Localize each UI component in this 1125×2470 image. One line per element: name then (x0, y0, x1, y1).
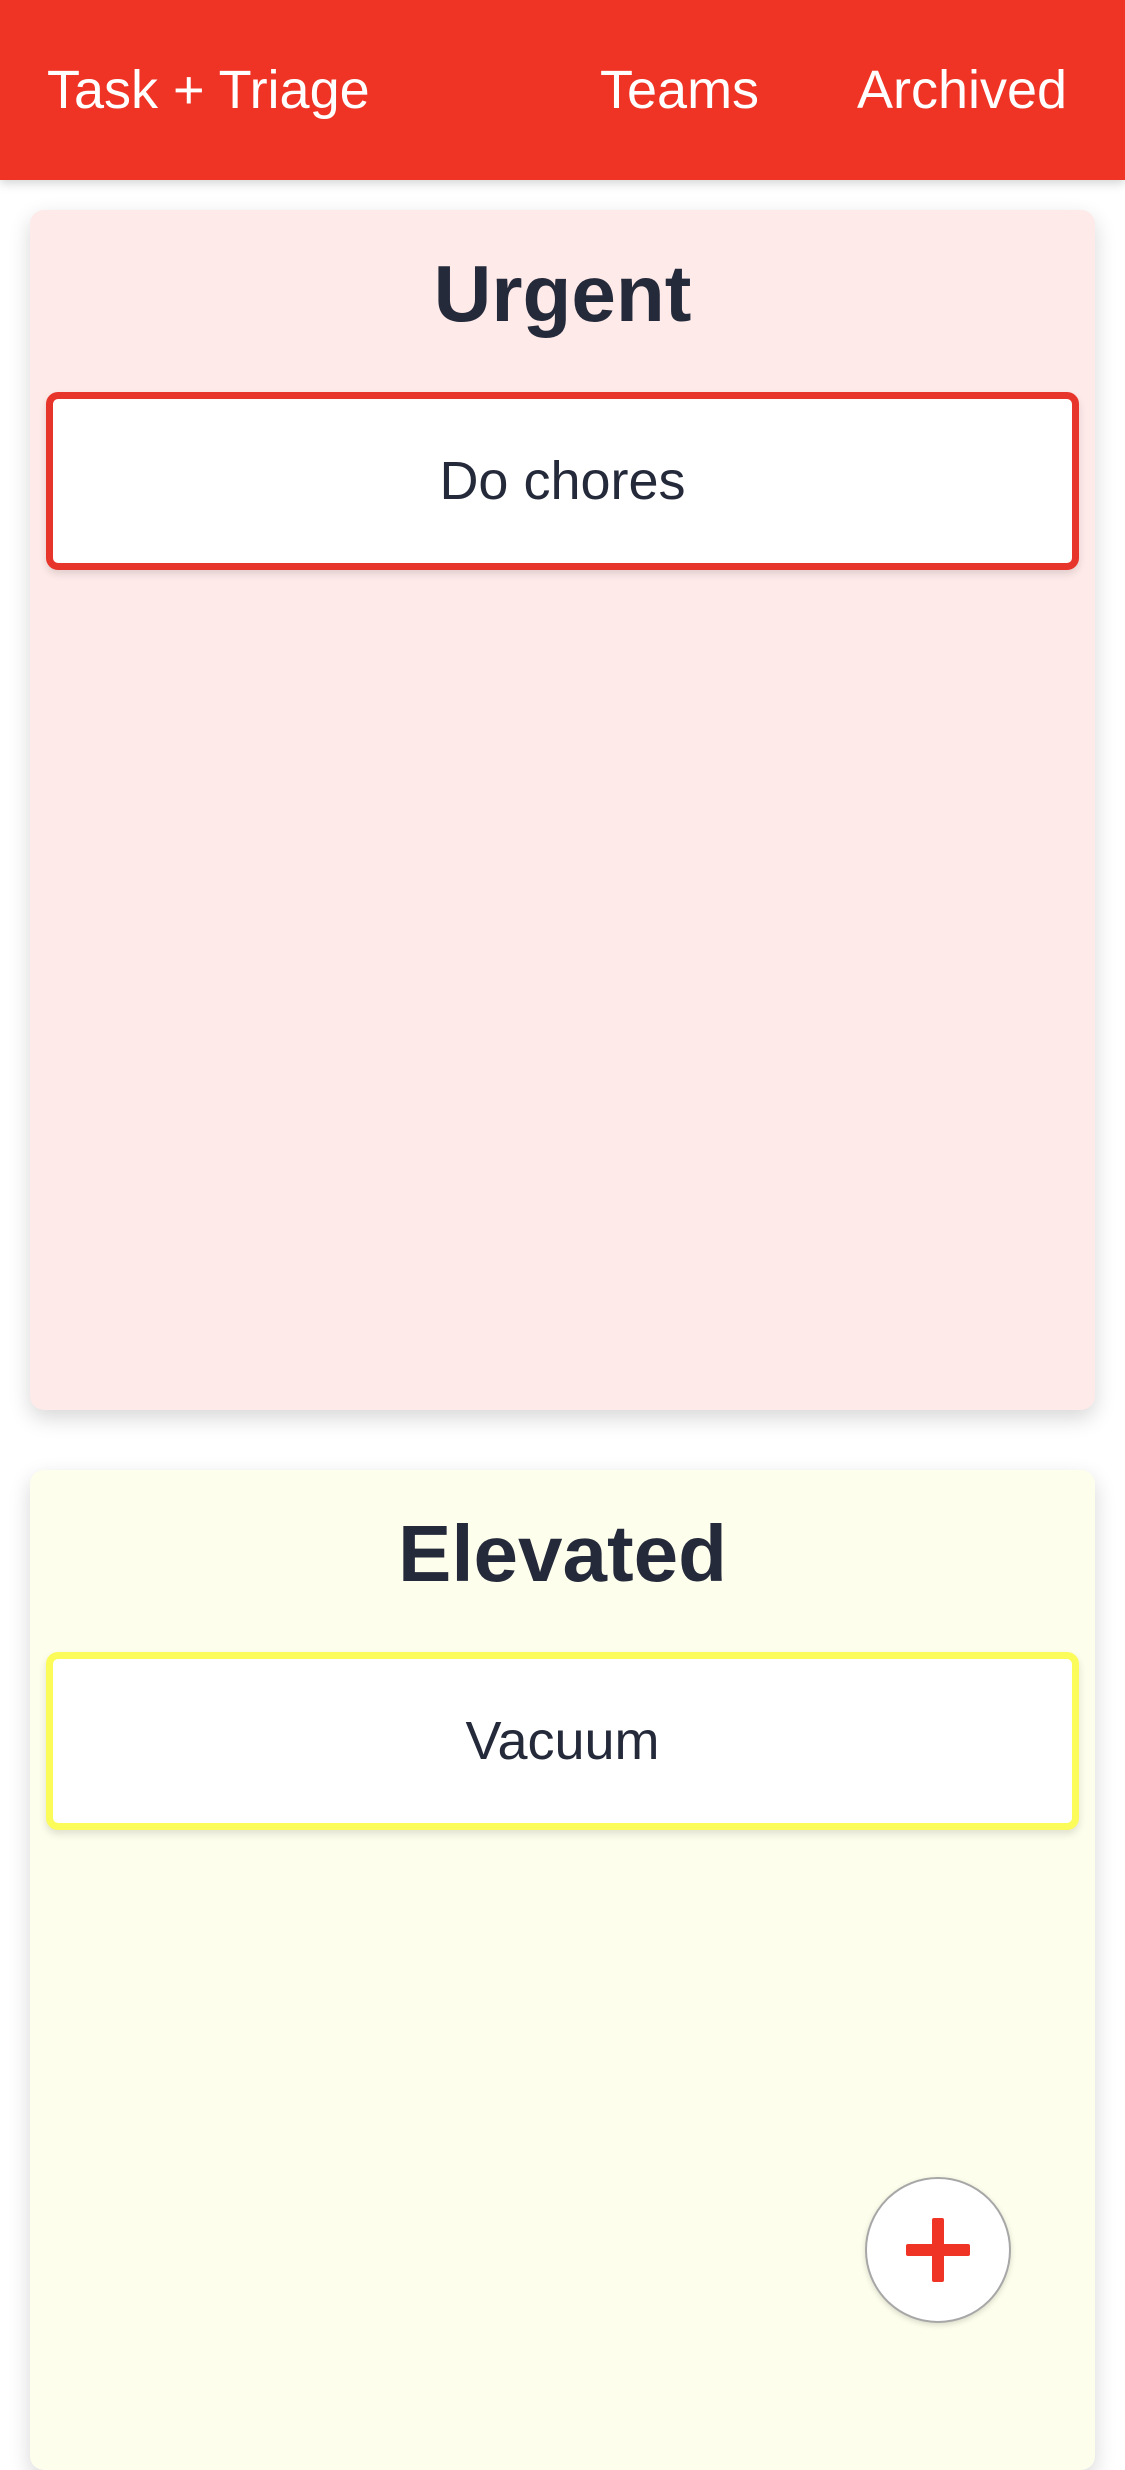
app-title[interactable]: Task + Triage (47, 58, 370, 122)
top-navbar: Task + Triage Teams Archived (0, 0, 1125, 180)
urgent-column: Urgent Do chores (30, 210, 1095, 1410)
archived-link[interactable]: Archived (857, 58, 1067, 122)
column-title-elevated: Elevated (397, 1509, 728, 1598)
task-card-vacuum[interactable]: Vacuum (46, 1652, 1079, 1830)
task-label: Do chores (439, 451, 686, 511)
add-task-button[interactable] (865, 2177, 1011, 2323)
column-title-urgent: Urgent (433, 249, 692, 338)
task-card-do-chores[interactable]: Do chores (46, 392, 1079, 570)
teams-link[interactable]: Teams (600, 58, 759, 122)
task-label: Vacuum (465, 1711, 660, 1771)
plus-icon (906, 2218, 970, 2282)
